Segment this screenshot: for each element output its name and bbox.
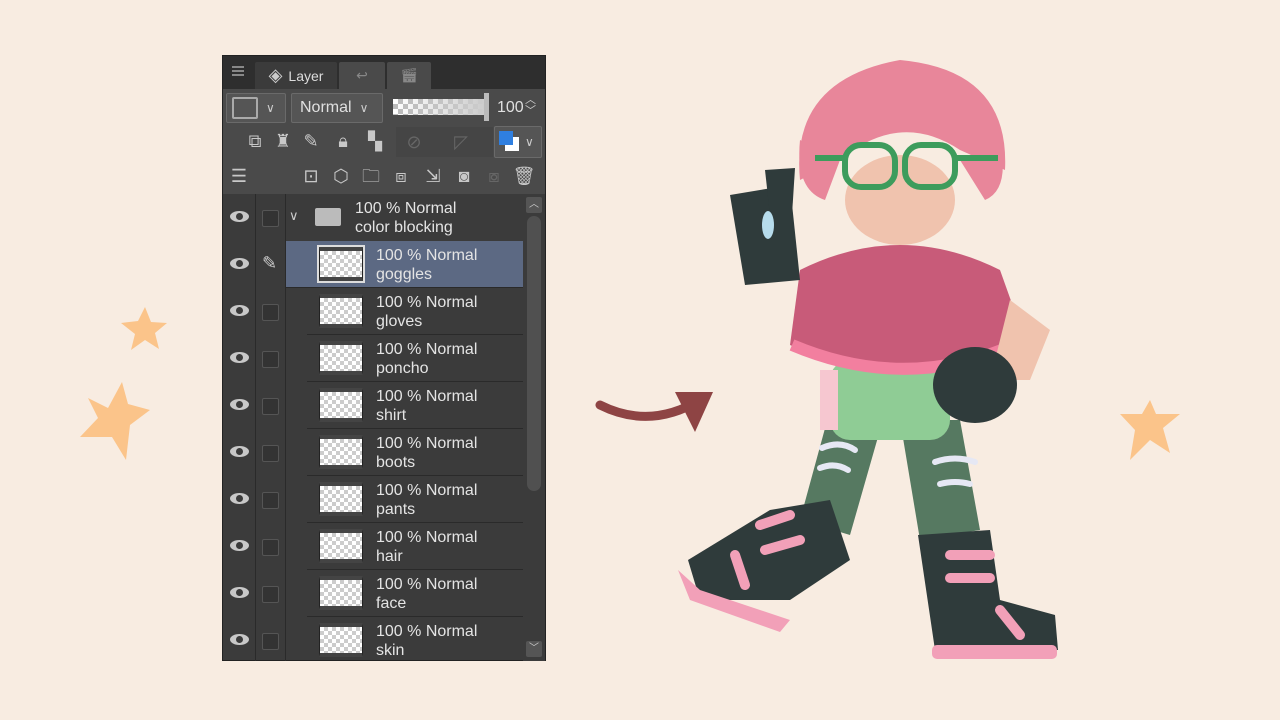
star-icon [121, 307, 167, 350]
character-illustration [678, 60, 1058, 659]
illustration-canvas [80, 60, 1180, 659]
star-icon [80, 382, 150, 460]
star-icon [1120, 400, 1180, 460]
